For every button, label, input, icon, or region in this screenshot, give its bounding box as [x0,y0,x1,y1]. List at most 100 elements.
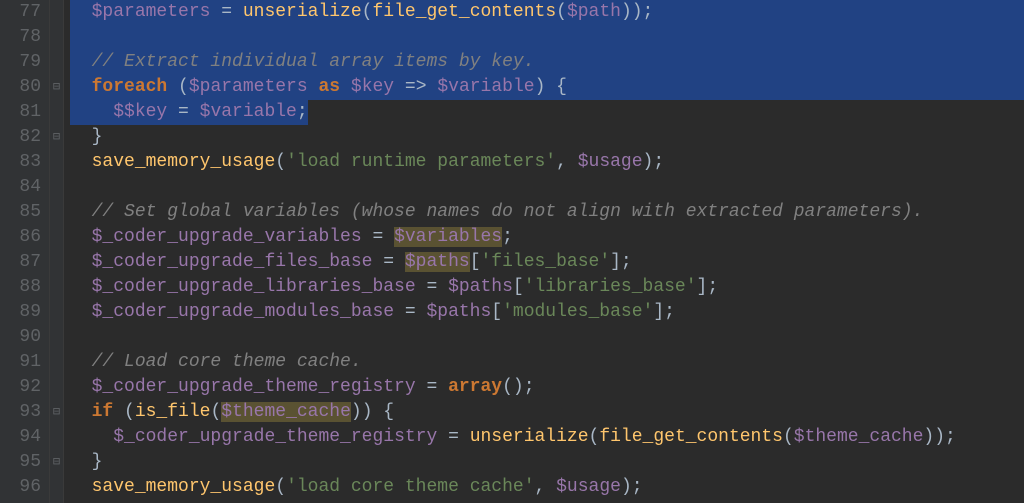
code-token: )) { [351,402,394,422]
code-line[interactable]: $_coder_upgrade_libraries_base = $paths[… [70,275,1024,300]
code-area[interactable]: $parameters = unserialize ( file_get_conte… [64,0,1024,503]
line-number: 96 [4,475,41,500]
code-token: // Extract individual array items by key… [92,52,535,72]
code-token [70,252,92,272]
code-token: ]; [697,277,719,297]
fold-spacer [50,0,63,25]
fold-toggle-icon[interactable]: ⊟ [50,450,63,475]
code-line[interactable]: save_memory_usage('load core theme cache… [70,475,1024,500]
code-editor[interactable]: 7778798081828384858687888990919293949596… [0,0,1024,503]
code-line[interactable]: $_coder_upgrade_files_base = $paths['fil… [70,250,1024,275]
code-token: = [362,227,394,247]
code-token: ; [502,227,513,247]
code-line[interactable]: $_coder_upgrade_theme_registry = unseria… [70,425,1024,450]
code-token: 'modules_base' [502,302,653,322]
fold-toggle-icon[interactable]: ⊟ [50,125,63,150]
fold-spacer [50,175,63,200]
line-number: 80 [4,75,41,100]
code-token: 'files_base' [481,252,611,272]
fold-spacer [50,350,63,375]
code-token [70,52,92,72]
code-token: )); [923,427,955,447]
line-number: 81 [4,100,41,125]
code-token: save_memory_usage [92,152,276,172]
code-line[interactable]: $$key = $variable; [70,100,1024,125]
fold-toggle-icon[interactable]: ⊟ [50,400,63,425]
code-line[interactable]: } [70,450,1024,475]
code-token [70,277,92,297]
code-token: $theme_cache [794,427,924,447]
code-token: 'load runtime parameters' [286,152,556,172]
code-token: => [394,77,437,97]
code-token: [ [513,277,524,297]
code-token: $_coder_upgrade_modules_base [92,302,394,322]
code-token: ( [783,427,794,447]
line-number: 77 [4,0,41,25]
code-line[interactable]: $_coder_upgrade_variables = $variables; [70,225,1024,250]
line-number: 90 [4,325,41,350]
code-token: $usage [556,477,621,497]
line-number: 85 [4,200,41,225]
code-token [70,2,92,22]
code-token: )); [621,2,653,22]
fold-spacer [50,275,63,300]
code-line[interactable]: $parameters = unserialize(file_get_conte… [70,0,1024,25]
fold-column[interactable]: ⊟ ⊟ ⊟ ⊟ [50,0,64,503]
code-token: ]; [653,302,675,322]
line-number-gutter: 7778798081828384858687888990919293949596 [0,0,50,503]
code-token [70,352,92,372]
code-line[interactable]: $_coder_upgrade_theme_registry = array()… [70,375,1024,400]
code-line[interactable]: save_memory_usage('load runtime paramete… [70,150,1024,175]
line-number: 84 [4,175,41,200]
code-line[interactable] [70,325,1024,350]
fold-spacer [50,300,63,325]
code-line[interactable]: $_coder_upgrade_modules_base = $paths['m… [70,300,1024,325]
code-token: $paths [426,302,491,322]
code-line[interactable]: if (is_file($theme_cache)) { [70,400,1024,425]
fold-spacer [50,375,63,400]
code-token: $parameters [189,77,308,97]
fold-toggle-icon[interactable]: ⊟ [50,75,63,100]
code-token: $paths [448,277,513,297]
code-line[interactable]: // Load core theme cache. [70,350,1024,375]
code-token: $key [351,77,394,97]
code-token: ( [167,77,189,97]
code-token: $path [567,2,621,22]
code-line[interactable]: // Set global variables (whose names do … [70,200,1024,225]
code-line[interactable]: foreach ($parameters as $key => $variabl… [70,75,1024,100]
code-token [70,152,92,172]
code-token: unserialize [243,2,362,22]
code-token: } [70,452,102,472]
code-token: // Load core theme cache. [92,352,362,372]
code-line[interactable]: // Extract individual array items by key… [70,50,1024,75]
code-token [70,377,92,397]
line-number: 86 [4,225,41,250]
fold-spacer [50,150,63,175]
code-token: file_get_contents [372,2,556,22]
code-token [308,77,319,97]
code-token: $_coder_upgrade_variables [92,227,362,247]
code-token: $_coder_upgrade_files_base [92,252,373,272]
fold-spacer [50,475,63,500]
code-token: = [167,102,199,122]
code-token: ( [210,402,221,422]
fold-spacer [50,50,63,75]
fold-spacer [50,325,63,350]
line-number: 88 [4,275,41,300]
fold-spacer [50,25,63,50]
code-token: $paths [405,252,470,272]
code-token: , [535,477,557,497]
code-token: unserialize [470,427,589,447]
code-token: as [318,77,340,97]
code-token: ); [643,152,665,172]
code-token: if [92,402,114,422]
code-token: $variable [200,102,297,122]
code-line[interactable]: } [70,125,1024,150]
code-token: $parameters [92,2,211,22]
code-line[interactable] [70,25,1024,50]
code-line[interactable] [70,175,1024,200]
code-token [70,102,113,122]
line-number: 83 [4,150,41,175]
code-token: = [416,377,448,397]
line-number: 94 [4,425,41,450]
